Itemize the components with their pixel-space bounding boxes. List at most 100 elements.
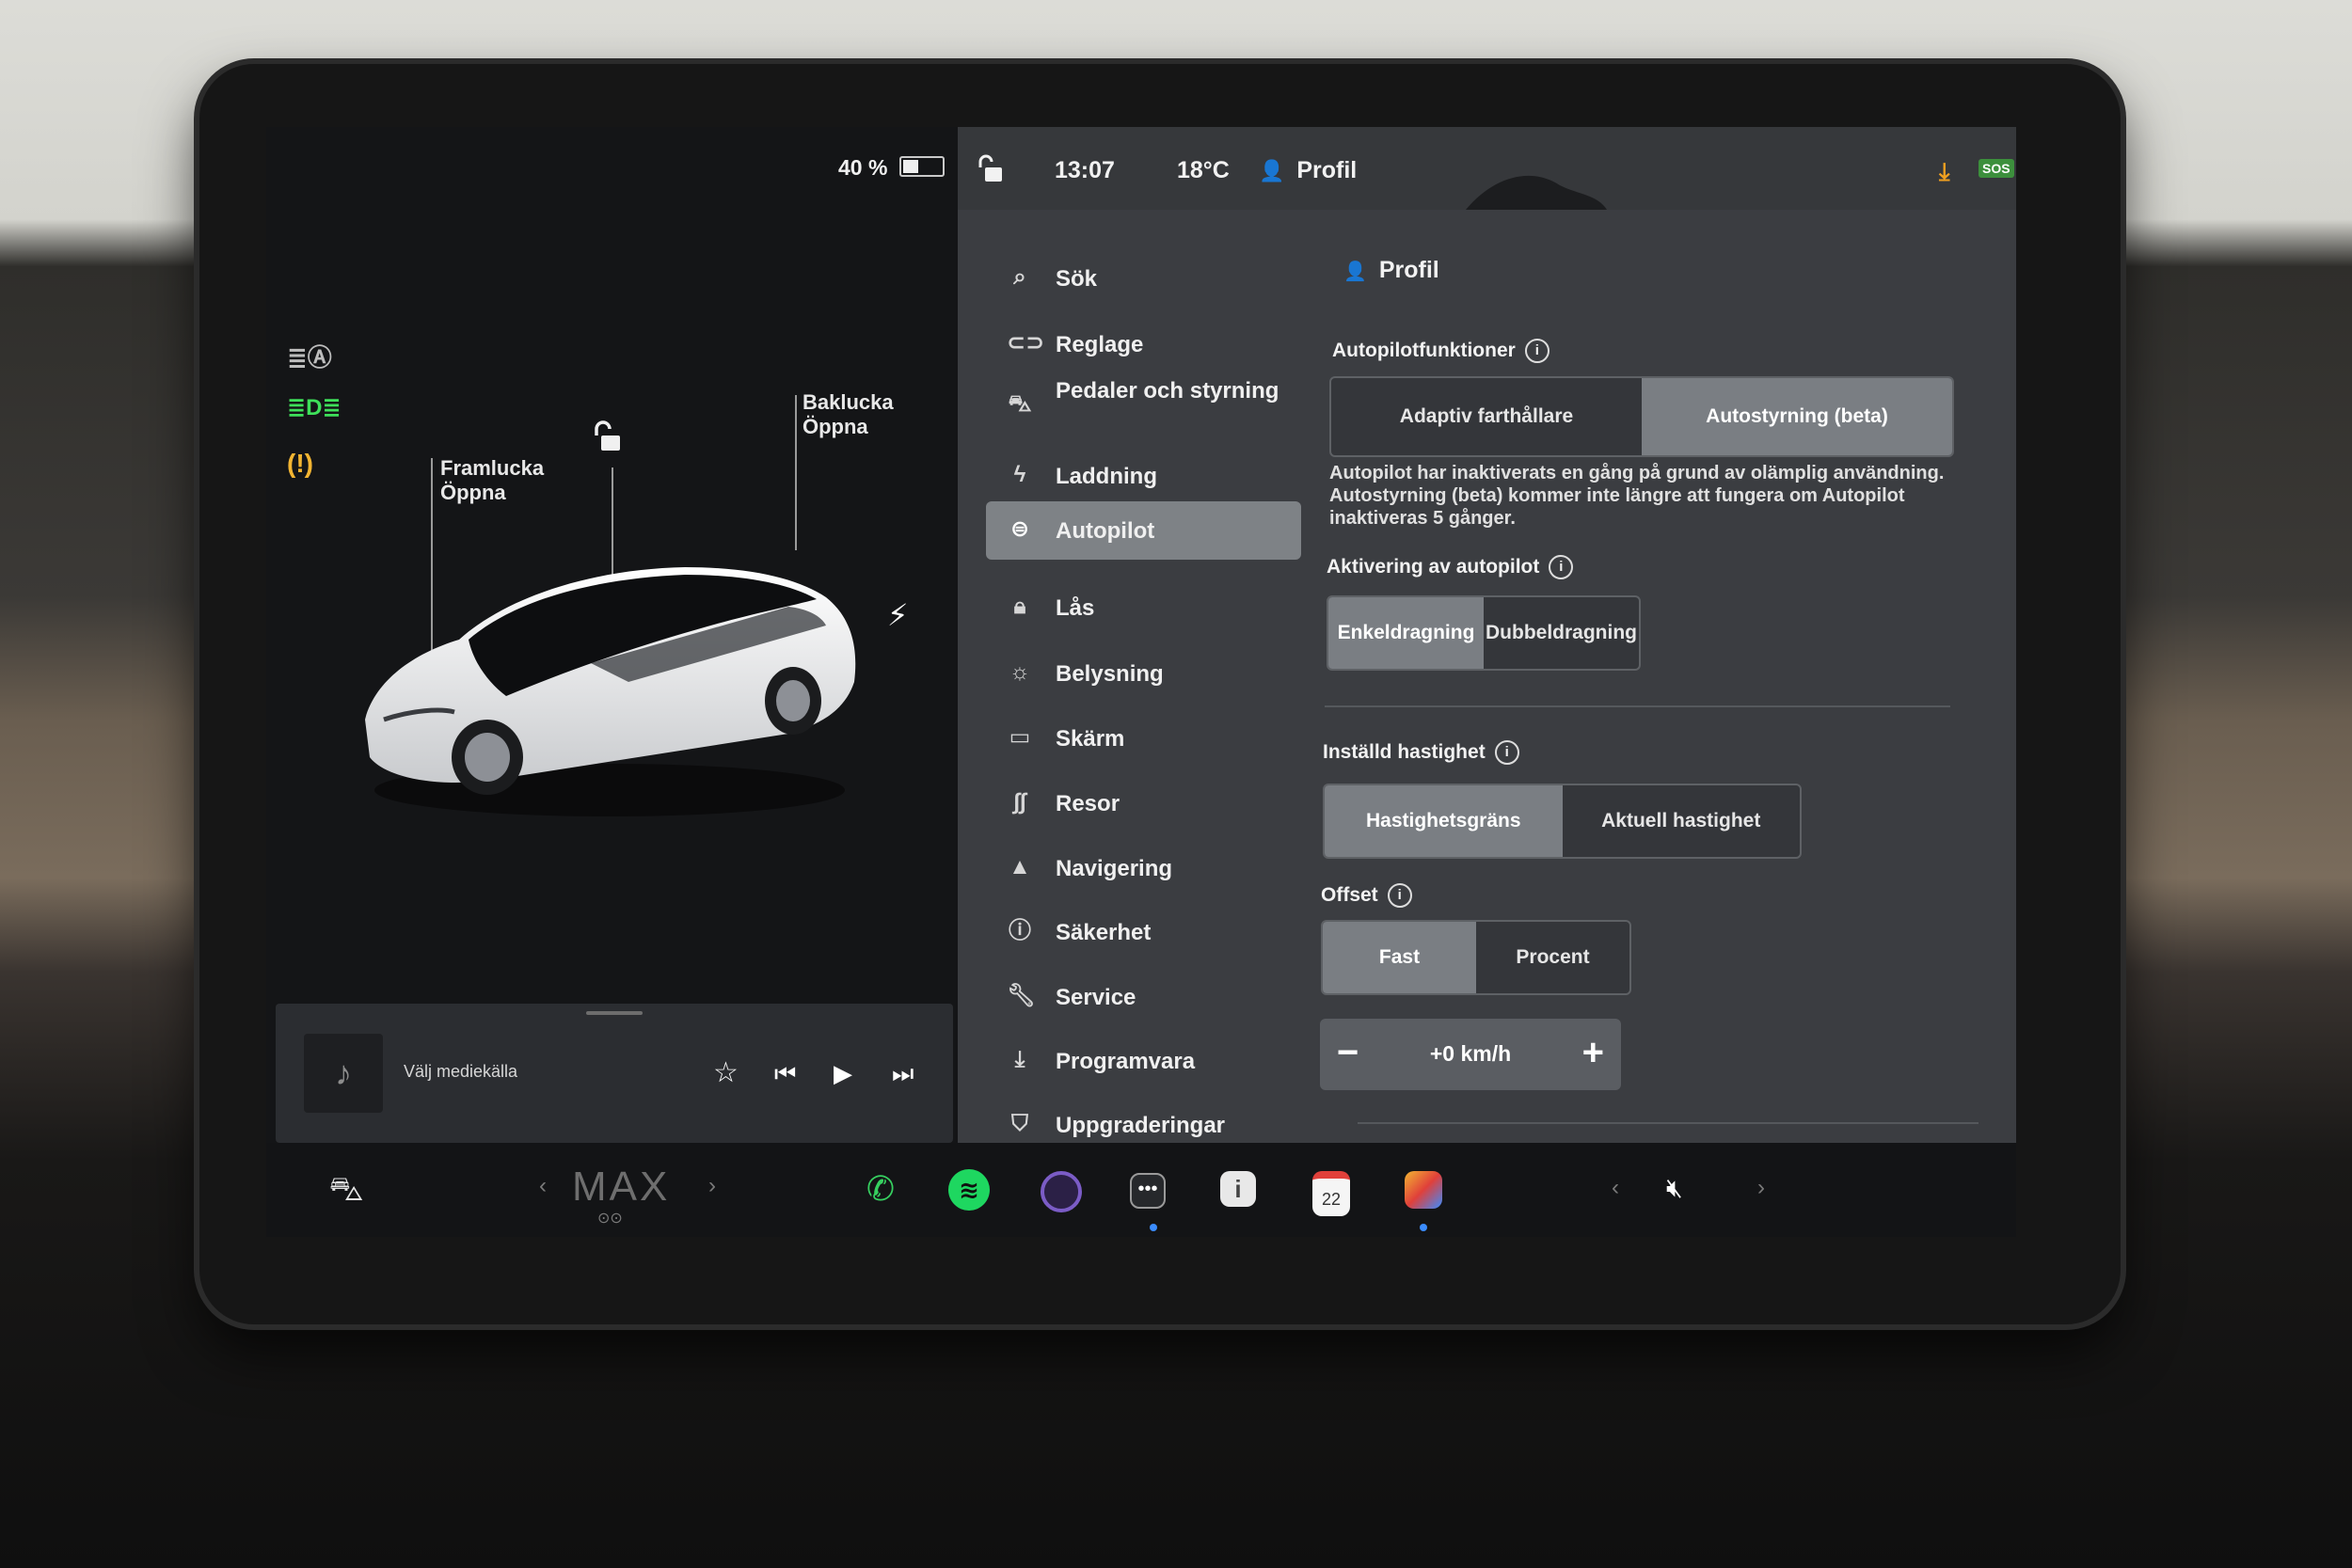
info-icon[interactable]: i <box>1387 883 1412 908</box>
previous-track-icon[interactable]: ⏮ <box>774 1058 796 1088</box>
volume-control[interactable]: ‹ 🔇︎ › <box>1612 1169 1781 1216</box>
camera-icon[interactable] <box>1041 1171 1082 1212</box>
info-icon[interactable]: i <box>1524 339 1549 363</box>
autopilot-features-selector[interactable]: Adaptiv farthållare Autostyrning (beta) <box>1329 376 1954 457</box>
play-icon[interactable]: ▶ <box>834 1058 852 1088</box>
car-illustration[interactable] <box>346 541 873 823</box>
media-source-label[interactable]: Välj mediekälla <box>404 1062 517 1082</box>
car-icon: ⛍ <box>1008 391 1032 417</box>
unlock-status-icon[interactable] <box>977 153 1007 190</box>
tire-pressure-warning-icon: (!) <box>287 449 313 478</box>
person-icon: 👤 <box>1259 159 1285 182</box>
car-panel: 40 % ≣Ⓐ ≣D≣ (!) Framlucka Öppna Baklucka… <box>266 127 958 1143</box>
offset-heading: Offset i <box>1321 883 1412 908</box>
safety-icon: ⓘ <box>1009 918 1031 943</box>
profile-menu[interactable]: 👤 Profil <box>1259 157 1357 184</box>
menu-item-software[interactable]: ⤓ Programvara <box>986 1035 1287 1087</box>
unlock-car-icon[interactable] <box>591 419 627 461</box>
set-speed-selector[interactable]: Hastighetsgräns Aktuell hastighet <box>1323 784 1802 859</box>
option-current-speed[interactable]: Aktuell hastighet <box>1563 785 1801 857</box>
settings-panel: ⌕ Sök ⊂⊃ Reglage ⛍ Pedaler och styrning … <box>958 210 2016 1143</box>
panel-profile-header[interactable]: 👤 Profil <box>1343 257 1439 284</box>
toggle-icon: ⊂⊃ <box>1007 330 1045 356</box>
toybox-icon[interactable] <box>1405 1171 1442 1209</box>
next-track-icon[interactable]: ⏭ <box>892 1058 914 1088</box>
download-icon[interactable]: ⤓ <box>1939 157 1950 187</box>
volume-muted-icon[interactable]: 🔇︎ <box>1666 1173 1683 1204</box>
autopilot-features-title: Autopilotfunktioner <box>1332 340 1516 361</box>
menu-item-label: Programvara <box>1056 1049 1196 1074</box>
favorite-star-icon[interactable]: ☆ <box>713 1058 739 1088</box>
option-double-pull[interactable]: Dubbeldragning <box>1484 597 1639 669</box>
frunk-callout[interactable]: Framlucka Öppna <box>440 456 544 505</box>
menu-item-label: Laddning <box>1056 464 1157 489</box>
offset-value: +0 km/h <box>1429 1041 1512 1066</box>
option-speed-limit[interactable]: Hastighetsgräns <box>1325 785 1563 857</box>
climate-control[interactable]: ‹ MAX ⊙⊙ › <box>539 1162 727 1227</box>
menu-item-trips[interactable]: ∫∫ Resor <box>986 777 1287 830</box>
menu-item-label: Autopilot <box>1056 518 1155 544</box>
display-icon: ▭ <box>1009 724 1031 750</box>
trunk-open-action[interactable]: Öppna <box>803 415 894 439</box>
charge-port-icon[interactable]: ⚡ <box>887 597 908 633</box>
menu-item-search[interactable]: ⌕ Sök <box>986 252 1287 305</box>
chevron-left-icon[interactable]: ‹ <box>539 1173 547 1199</box>
trunk-callout-line <box>795 395 797 550</box>
car-controls-icon[interactable]: ⛍ <box>323 1165 370 1212</box>
menu-item-label: Resor <box>1056 791 1120 816</box>
lock-icon: 🔒︎ <box>1013 594 1026 619</box>
sos-icon[interactable]: SOS <box>1979 159 2014 178</box>
menu-item-charging[interactable]: ϟ Laddning <box>986 450 1287 502</box>
menu-item-locks[interactable]: 🔒︎ Lås <box>986 581 1287 634</box>
option-single-pull[interactable]: Enkeldragning <box>1328 597 1484 669</box>
more-apps-icon[interactable]: ••• <box>1130 1173 1166 1209</box>
menu-item-label: Skärm <box>1056 726 1125 752</box>
media-drawer-handle[interactable] <box>586 1011 643 1015</box>
top-status-bar: 13:07 18°C 👤 Profil ⤓ SOS <box>958 127 2016 210</box>
autopilot-activation-selector[interactable]: Enkeldragning Dubbeldragning <box>1327 595 1641 671</box>
chevron-right-icon[interactable]: › <box>1757 1175 1765 1201</box>
set-speed-heading: Inställd hastighet i <box>1323 740 1519 765</box>
auto-headlights-icon: ≣Ⓐ <box>287 343 332 372</box>
clock: 13:07 <box>1055 157 1115 183</box>
autopilot-activation-title: Aktivering av autopilot <box>1327 556 1540 578</box>
menu-item-autopilot[interactable]: ⊜ Autopilot <box>986 501 1301 560</box>
menu-item-service[interactable]: 🔧︎ Service <box>986 971 1287 1023</box>
offset-stepper[interactable]: − +0 km/h + <box>1320 1019 1621 1090</box>
option-fixed[interactable]: Fast <box>1323 922 1476 993</box>
menu-item-display[interactable]: ▭ Skärm <box>986 712 1287 765</box>
download-icon: ⤓ <box>1014 1047 1025 1072</box>
chevron-left-icon[interactable]: ‹ <box>1612 1175 1619 1201</box>
manual-info-icon[interactable]: i <box>1220 1171 1256 1207</box>
media-player[interactable]: ♪ Välj mediekälla ☆ ⏮ ▶ ⏭ <box>276 1004 953 1143</box>
info-icon[interactable]: i <box>1549 555 1574 579</box>
info-icon[interactable]: i <box>1494 740 1519 765</box>
menu-item-controls[interactable]: ⊂⊃ Reglage <box>986 318 1287 371</box>
battery-icon <box>898 156 945 177</box>
menu-item-navigation[interactable]: ▲ Navigering <box>986 842 1287 895</box>
chevron-right-icon[interactable]: › <box>708 1173 716 1199</box>
section-divider <box>1358 1122 1979 1124</box>
autopilot-activation-heading: Aktivering av autopilot i <box>1327 555 1574 579</box>
frunk-open-action[interactable]: Öppna <box>440 481 544 505</box>
menu-item-pedals-steering[interactable]: ⛍ Pedaler och styrning <box>986 374 1287 435</box>
steering-wheel-icon: ⊜ <box>1009 516 1030 542</box>
map-preview[interactable] <box>1447 148 1635 210</box>
menu-item-lights[interactable]: ☼ Belysning <box>986 647 1287 700</box>
section-divider <box>1325 705 1950 707</box>
spotify-icon[interactable]: ≋ <box>948 1169 990 1211</box>
phone-icon[interactable]: ✆ <box>857 1165 904 1212</box>
menu-item-safety[interactable]: ⓘ Säkerhet <box>986 906 1287 958</box>
autopilot-strike-warning: Autopilot har inaktiverats en gång på gr… <box>1329 463 1945 529</box>
option-autosteer[interactable]: Autostyrning (beta) <box>1642 378 1952 455</box>
bag-icon: ⛉ <box>1011 1111 1028 1136</box>
active-indicator-dot <box>1420 1224 1427 1231</box>
set-speed-title: Inställd hastighet <box>1323 741 1486 763</box>
menu-item-label: Belysning <box>1056 661 1164 687</box>
offset-selector[interactable]: Fast Procent <box>1321 920 1631 995</box>
option-adaptive-cruise[interactable]: Adaptiv farthållare <box>1331 378 1642 455</box>
trunk-callout[interactable]: Baklucka Öppna <box>803 390 894 439</box>
increase-offset-button[interactable]: + <box>1582 1034 1604 1071</box>
calendar-icon[interactable]: 22 <box>1312 1171 1350 1216</box>
option-percent[interactable]: Procent <box>1476 922 1629 993</box>
